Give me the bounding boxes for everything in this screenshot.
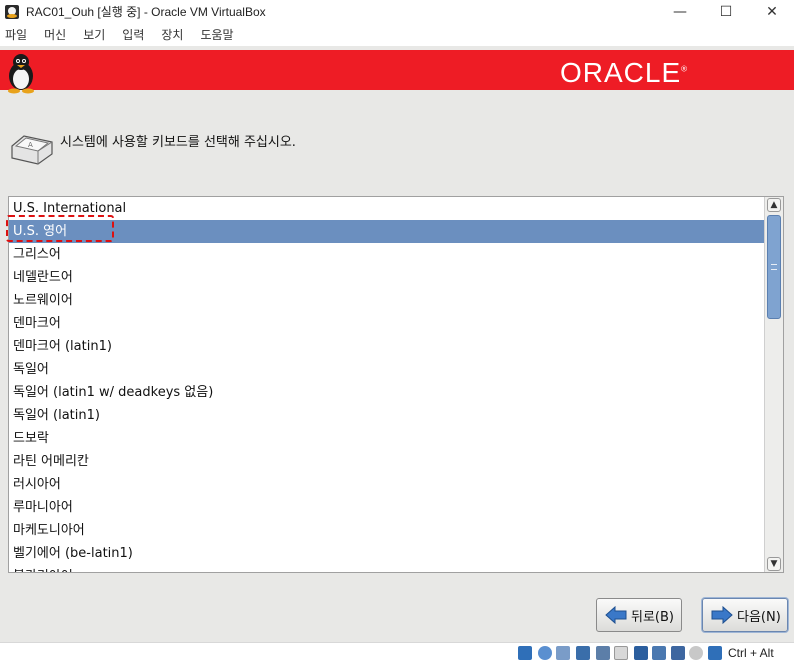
optical-drive-icon[interactable] [538, 646, 552, 660]
audio-icon[interactable] [556, 646, 570, 660]
svg-text:A: A [28, 141, 33, 149]
keyboard-list-item[interactable]: 노르웨이어 [9, 289, 764, 312]
next-button[interactable]: 다음(N) [702, 598, 788, 632]
usb-icon[interactable] [596, 646, 610, 660]
keyboard-list-item[interactable]: 벨기에어 (be-latin1) [9, 542, 764, 565]
keyboard-list-item[interactable]: 독일어 [9, 358, 764, 381]
keyboard-list-item[interactable]: 그리스어 [9, 243, 764, 266]
menu-input[interactable]: 입력 [121, 26, 145, 43]
shared-folder-icon[interactable] [614, 646, 628, 660]
oracle-logo: ORACLE® [560, 57, 689, 88]
keyboard-list-items: U.S. International U.S. 영어 그리스어 네델란드어 노르웨이어 덴… [9, 197, 764, 572]
scroll-down-icon[interactable]: ▼ [767, 557, 781, 571]
keyboard-list-item[interactable]: 드보락 [9, 427, 764, 450]
keyboard-list-item[interactable]: 마케도니아어 [9, 519, 764, 542]
list-scrollbar[interactable]: ▲ ▼ [764, 197, 783, 572]
virtualization-icon[interactable] [671, 646, 685, 660]
scroll-thumb[interactable] [767, 215, 781, 319]
display-icon[interactable] [634, 646, 648, 660]
menu-devices[interactable]: 장치 [160, 26, 184, 43]
keyboard-list-item[interactable]: 러시아어 [9, 473, 764, 496]
installer-banner: ORACLE® [0, 50, 794, 94]
keyboard-prompt: 시스템에 사용할 키보드를 선택해 주십시오. [60, 135, 296, 150]
keyboard-list-item[interactable]: U.S. 영어 [9, 220, 764, 243]
arrow-left-icon [605, 606, 627, 624]
arrow-right-icon [711, 606, 733, 624]
close-button[interactable]: ✕ [749, 0, 794, 23]
keyboard-list-item[interactable]: 독일어 (latin1) [9, 404, 764, 427]
window-title: RAC01_Ouh [실행 중] - Oracle VM VirtualBox [26, 5, 266, 19]
keyboard-list-item[interactable]: 네델란드어 [9, 266, 764, 289]
keyboard-list-item[interactable]: U.S. International [9, 197, 764, 220]
keyboard-list-item[interactable]: 라틴 어메리칸 [9, 450, 764, 473]
back-button[interactable]: 뒤로(B) [596, 598, 682, 632]
keyboard-list-item[interactable]: 루마니아어 [9, 496, 764, 519]
back-button-label: 뒤로(B) [631, 609, 674, 625]
tux-penguin-icon [8, 54, 34, 94]
keyboard-capture-icon[interactable] [708, 646, 722, 660]
minimize-button[interactable]: — [657, 0, 703, 23]
keyboard-list-item[interactable]: 불가리아어 [9, 565, 764, 572]
network-icon[interactable] [576, 646, 590, 660]
hard-disk-icon[interactable] [518, 646, 532, 660]
menu-machine[interactable]: 머신 [43, 26, 67, 43]
menu-view[interactable]: 보기 [82, 26, 106, 43]
grip-icon [771, 264, 777, 270]
maximize-button[interactable]: ☐ [703, 0, 749, 23]
keyboard-layout-list[interactable]: U.S. International U.S. 영어 그리스어 네델란드어 노르웨이어 덴… [8, 196, 784, 573]
vm-status-bar: Ctrl + Alt [0, 642, 794, 662]
prompt-row: A 시스템에 사용할 키보드를 선택해 주십시오. [8, 130, 328, 170]
virtualbox-app-icon [5, 4, 19, 19]
menu-bar: 파일 머신 보기 입력 장치 도움말 [0, 23, 794, 46]
menu-file[interactable]: 파일 [4, 26, 28, 43]
scroll-up-icon[interactable]: ▲ [767, 198, 781, 212]
guest-screen: ORACLE® A 시스템에 사용할 키보드를 선택해 주십시오. U.S. I… [0, 46, 794, 642]
menu-help[interactable]: 도움말 [199, 26, 234, 43]
mouse-integration-icon[interactable] [689, 646, 703, 660]
keyboard-list-item[interactable]: 덴마크어 (latin1) [9, 335, 764, 358]
keyboard-list-item[interactable]: 독일어 (latin1 w/ deadkeys 없음) [9, 381, 764, 404]
keyboard-list-item[interactable]: 덴마크어 [9, 312, 764, 335]
video-capture-icon[interactable] [652, 646, 666, 660]
next-button-label: 다음(N) [737, 609, 781, 625]
host-key-label: Ctrl + Alt [728, 646, 774, 660]
keyboard-key-icon: A [11, 135, 53, 165]
